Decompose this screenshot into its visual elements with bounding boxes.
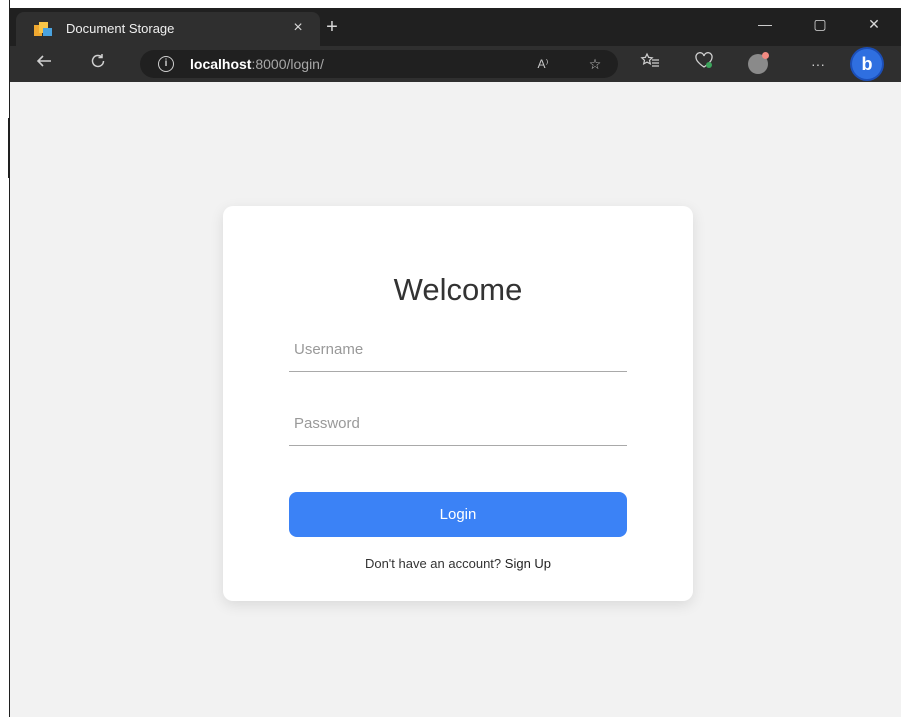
site-info-icon[interactable]: i: [158, 56, 174, 72]
read-aloud-icon[interactable]: A⁾: [532, 53, 554, 75]
password-field: [289, 405, 627, 446]
tab-close-icon[interactable]: ×: [288, 18, 308, 38]
tab-document-storage[interactable]: Document Storage ×: [16, 12, 320, 46]
tab-title: Document Storage: [66, 21, 175, 36]
login-button[interactable]: Login: [289, 492, 627, 537]
favorite-star-icon[interactable]: ☆: [584, 53, 606, 75]
url-text[interactable]: localhost:8000/login/: [190, 56, 324, 72]
browser-toolbar: i localhost:8000/login/ A⁾ ☆ ··· b: [10, 46, 901, 82]
favorites-icon[interactable]: [638, 52, 662, 76]
bing-copilot-icon[interactable]: b: [852, 49, 882, 79]
page-title: Welcome: [393, 272, 523, 307]
tab-strip-top: [10, 0, 901, 8]
back-icon[interactable]: [32, 52, 56, 76]
more-menu-icon[interactable]: ···: [806, 52, 830, 76]
password-input[interactable]: [289, 405, 624, 441]
username-input[interactable]: [289, 331, 624, 367]
signup-prompt-text: Don't have an account?: [364, 556, 502, 571]
maximize-icon[interactable]: ▢: [805, 12, 835, 36]
minimize-icon[interactable]: —: [750, 12, 780, 36]
signup-prompt: Don't have an account? Sign Up: [223, 556, 693, 571]
profile-notification-dot: [762, 52, 769, 59]
desktop-edge: [0, 0, 10, 717]
refresh-icon[interactable]: [86, 52, 110, 76]
profile-avatar[interactable]: [748, 52, 769, 74]
new-tab-icon[interactable]: +: [320, 15, 344, 39]
login-card: Welcome Login Don't have an account? Sig…: [223, 206, 693, 601]
browser-essentials-icon[interactable]: [692, 52, 716, 76]
browser-window: Document Storage × + — ▢ ✕ i localhost:8…: [10, 0, 901, 717]
url-path: :8000/login/: [251, 56, 324, 72]
window-close-icon[interactable]: ✕: [859, 12, 889, 36]
username-field: [289, 331, 627, 372]
address-bar[interactable]: i localhost:8000/login/ A⁾ ☆: [140, 50, 618, 78]
tab-strip: Document Storage × + — ▢ ✕: [10, 0, 901, 46]
page-content: Welcome Login Don't have an account? Sig…: [10, 82, 901, 717]
url-host: localhost: [190, 56, 252, 72]
favicon-icon: [34, 22, 52, 36]
signup-link[interactable]: Sign Up: [505, 556, 551, 571]
